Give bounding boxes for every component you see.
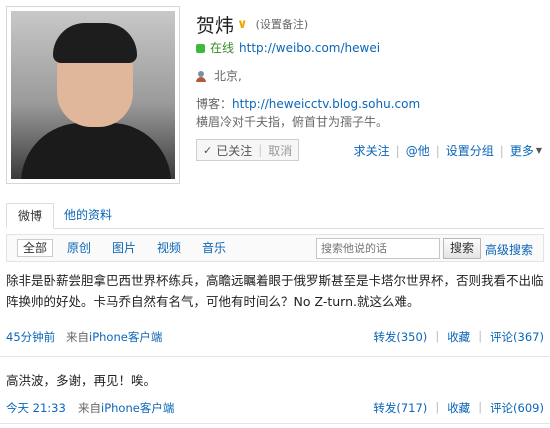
post-time[interactable]: 45分钟前 xyxy=(6,329,55,345)
profile-actions: 求关注 | @他 | 设置分组 | 更多 ▼ xyxy=(353,142,542,159)
unfollow-button[interactable]: 取消 xyxy=(268,142,292,159)
filter-videos[interactable]: 视频 xyxy=(157,240,181,256)
followed-label: 已关注 xyxy=(216,143,253,158)
post-time[interactable]: 今天 21:33 xyxy=(6,400,66,416)
verified-icon: ∨ xyxy=(237,16,248,32)
filter-all[interactable]: 全部 xyxy=(17,239,54,257)
repost-button[interactable]: 转发(350) xyxy=(373,329,427,345)
profile-info: 贺炜 ∨ (设置备注) 在线 http://weibo.com/hewei 北京… xyxy=(196,10,546,132)
weibo-url-link[interactable]: http://weibo.com/hewei xyxy=(239,38,380,58)
bio: 横眉冷对千夫指，俯首甘为孺子牛。 xyxy=(196,115,389,129)
comment-button[interactable]: 评论(367) xyxy=(490,329,544,345)
post-divider xyxy=(0,356,550,357)
repost-button[interactable]: 转发(717) xyxy=(373,400,427,416)
main-tabs: 微博 他的资料 xyxy=(6,203,544,229)
filter-music[interactable]: 音乐 xyxy=(202,240,226,256)
tab-weibo[interactable]: 微博 xyxy=(6,203,54,229)
post-text: 除非是卧薪尝胆拿巴西世界杯练兵，高瞻远瞩着眼于俄罗斯甚至是卡塔尔世界杯，否则我看… xyxy=(6,273,544,309)
profile-name: 贺炜 xyxy=(196,14,235,37)
favorite-button[interactable]: 收藏 xyxy=(447,329,470,345)
chevron-down-icon[interactable]: ▼ xyxy=(536,146,542,155)
request-follow-link[interactable]: 求关注 xyxy=(354,142,390,159)
blog-url-link[interactable]: http://heweicctv.blog.sohu.com xyxy=(232,94,420,114)
mention-link[interactable]: @他 xyxy=(406,142,430,159)
check-icon: ✓ xyxy=(203,143,213,157)
favorite-button[interactable]: 收藏 xyxy=(447,400,470,416)
more-menu[interactable]: 更多 xyxy=(510,142,534,159)
location: 北京, xyxy=(214,69,242,83)
online-status: 在线 xyxy=(210,41,235,55)
profile-header: 贺炜 ∨ (设置备注) 在线 http://weibo.com/hewei 北京… xyxy=(0,0,550,190)
avatar-image xyxy=(11,11,175,179)
post-item: 高洪波，多谢，再见！唉。 xyxy=(6,370,544,391)
user-location-icon xyxy=(196,70,207,82)
set-group-link[interactable]: 设置分组 xyxy=(446,142,494,159)
search-input[interactable] xyxy=(316,238,440,259)
filter-bar: 全部 原创 图片 视频 音乐 搜索 高级搜索 xyxy=(6,234,544,262)
online-status-icon xyxy=(196,43,205,53)
post-text: 高洪波，多谢，再见！唉。 xyxy=(6,373,157,388)
comment-button[interactable]: 评论(609) xyxy=(490,400,544,416)
post-source: 来自iPhone客户端 xyxy=(78,401,175,415)
post-source-link[interactable]: iPhone客户端 xyxy=(101,401,174,415)
post-meta: 今天 21:33 来自iPhone客户端 转发(717) | 收藏 | 评论(6… xyxy=(6,400,544,416)
post-item: 除非是卧薪尝胆拿巴西世界杯练兵，高瞻远瞩着眼于俄罗斯甚至是卡塔尔世界杯，否则我看… xyxy=(6,270,544,312)
tab-profile-info[interactable]: 他的资料 xyxy=(64,203,112,229)
filter-original[interactable]: 原创 xyxy=(67,240,91,256)
advanced-search-link[interactable]: 高级搜索 xyxy=(485,241,533,258)
post-source-link[interactable]: iPhone客户端 xyxy=(89,330,162,344)
avatar[interactable] xyxy=(6,6,180,184)
filter-images[interactable]: 图片 xyxy=(112,240,136,256)
post-source: 来自iPhone客户端 xyxy=(66,330,163,344)
blog-label: 博客： xyxy=(196,97,233,111)
post-divider xyxy=(0,423,550,424)
post-meta: 45分钟前 来自iPhone客户端 转发(350) | 收藏 | 评论(367) xyxy=(6,329,544,345)
set-remark-link[interactable]: (设置备注) xyxy=(256,16,309,32)
followed-status: ✓ 已关注 | 取消 xyxy=(196,139,300,161)
search-button[interactable]: 搜索 xyxy=(443,238,481,259)
